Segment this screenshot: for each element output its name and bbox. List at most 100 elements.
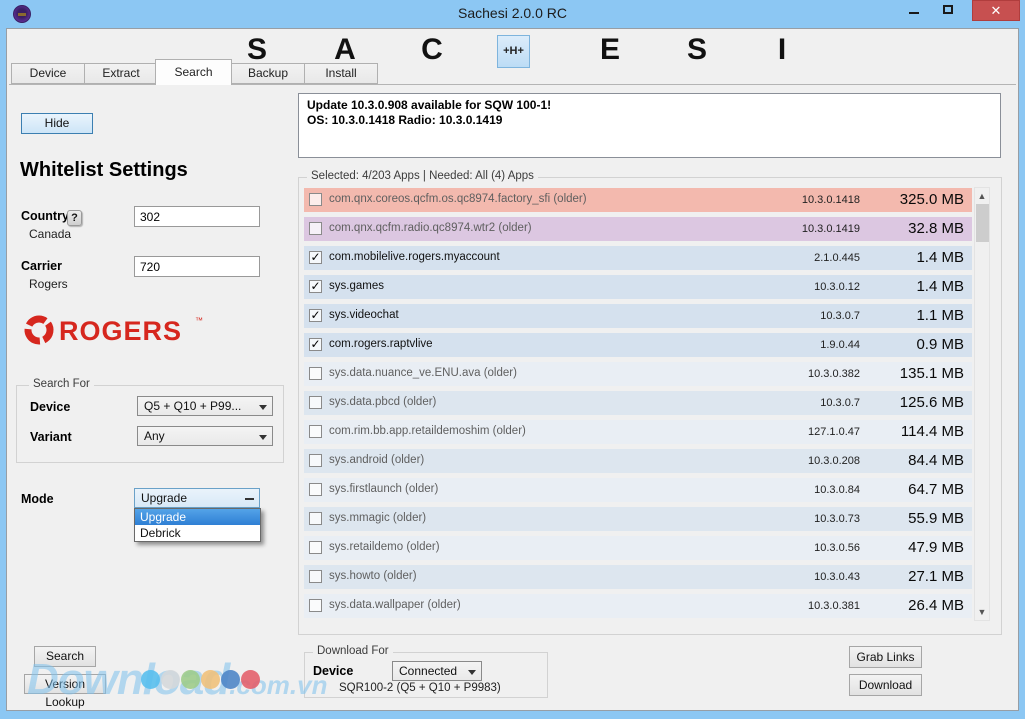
- mode-option-debrick[interactable]: Debrick: [135, 525, 260, 541]
- country-help-button[interactable]: ?: [67, 210, 82, 226]
- scrollbar-thumb[interactable]: [976, 204, 989, 242]
- app-name: sys.retaildemo (older): [329, 541, 440, 553]
- variant-combo[interactable]: Any: [137, 426, 273, 446]
- app-checkbox-checked[interactable]: ✓: [309, 338, 322, 351]
- app-checkbox[interactable]: [309, 570, 322, 583]
- search-for-group: Search For Device Q5 + Q10 + P99... Vari…: [16, 385, 284, 463]
- download-device-detail: SQR100-2 (Q5 + Q10 + P9983): [339, 682, 501, 694]
- logo-letter-i: I: [770, 33, 794, 67]
- app-name: com.rim.bb.app.retaildemoshim (older): [329, 425, 526, 437]
- app-name: sys.videochat: [329, 309, 399, 321]
- app-row[interactable]: ✓com.mobilelive.rogers.myaccount2.1.0.44…: [304, 246, 972, 270]
- app-list: com.qnx.coreos.qcfm.os.qc8974.factory_sf…: [304, 188, 972, 623]
- rogers-trademark: ™: [195, 316, 203, 325]
- tab-install[interactable]: Install: [304, 63, 378, 84]
- carrier-label: Carrier: [21, 259, 62, 273]
- app-row[interactable]: sys.mmagic (older)10.3.0.7355.9 MB: [304, 507, 972, 531]
- download-for-group: Download For Device Connected SQR100-2 (…: [304, 652, 548, 698]
- app-version: 10.3.0.56: [814, 542, 860, 554]
- app-checkbox[interactable]: [309, 599, 322, 612]
- app-list-scrollbar[interactable]: ▲ ▼: [974, 187, 990, 621]
- tab-extract[interactable]: Extract: [84, 63, 158, 84]
- mode-combo-value: Upgrade: [141, 491, 187, 505]
- device-combo[interactable]: Q5 + Q10 + P99...: [137, 396, 273, 416]
- app-checkbox[interactable]: [309, 396, 322, 409]
- app-checkbox[interactable]: [309, 454, 322, 467]
- app-name: sys.data.pbcd (older): [329, 396, 436, 408]
- app-size: 26.4 MB: [908, 597, 964, 614]
- country-name: Canada: [29, 227, 71, 241]
- chevron-down-icon: [468, 670, 476, 675]
- chevron-down-icon: [259, 435, 267, 440]
- mode-combo[interactable]: Upgrade: [134, 488, 260, 508]
- maximize-button[interactable]: [933, 0, 963, 21]
- app-checkbox[interactable]: [309, 541, 322, 554]
- titlebar: Sachesi 2.0.0 RC ✕: [0, 0, 1025, 28]
- app-row[interactable]: sys.data.nuance_ve.ENU.ava (older)10.3.0…: [304, 362, 972, 386]
- scroll-up-icon[interactable]: ▲: [975, 189, 989, 203]
- tab-search[interactable]: Search: [155, 59, 232, 85]
- app-size: 1.4 MB: [916, 278, 964, 295]
- tab-device[interactable]: Device: [11, 63, 85, 84]
- app-checkbox[interactable]: [309, 222, 322, 235]
- maximize-icon: [943, 5, 953, 14]
- grab-links-button[interactable]: Grab Links: [849, 646, 922, 668]
- download-device-combo[interactable]: Connected: [392, 661, 482, 681]
- search-button[interactable]: Search: [34, 646, 96, 667]
- app-checkbox-checked[interactable]: ✓: [309, 309, 322, 322]
- app-size: 27.1 MB: [908, 568, 964, 585]
- minimize-icon: [909, 12, 919, 14]
- app-size: 64.7 MB: [908, 481, 964, 498]
- app-row[interactable]: sys.data.wallpaper (older)10.3.0.38126.4…: [304, 594, 972, 618]
- app-row[interactable]: ✓sys.games10.3.0.121.4 MB: [304, 275, 972, 299]
- logo-letter-a: A: [333, 33, 357, 67]
- app-checkbox[interactable]: [309, 425, 322, 438]
- app-checkbox[interactable]: [309, 483, 322, 496]
- tab-backup[interactable]: Backup: [231, 63, 305, 84]
- app-size: 125.6 MB: [900, 394, 964, 411]
- app-size: 325.0 MB: [900, 191, 964, 208]
- country-code-input[interactable]: [134, 206, 260, 227]
- mode-option-upgrade[interactable]: Upgrade: [135, 509, 260, 525]
- combo-open-icon: [245, 498, 254, 500]
- app-checkbox[interactable]: [309, 367, 322, 380]
- logo-h-button[interactable]: +H+: [497, 35, 530, 68]
- variant-combo-value: Any: [144, 429, 165, 443]
- update-line2: OS: 10.3.0.1418 Radio: 10.3.0.1419: [307, 113, 992, 128]
- app-row[interactable]: ✓com.rogers.raptvlive1.9.0.440.9 MB: [304, 333, 972, 357]
- hide-button[interactable]: Hide: [21, 113, 93, 134]
- app-row[interactable]: com.rim.bb.app.retaildemoshim (older)127…: [304, 420, 972, 444]
- minimize-button[interactable]: [899, 0, 929, 21]
- app-size: 1.1 MB: [916, 307, 964, 324]
- app-checkbox[interactable]: [309, 512, 322, 525]
- app-name: sys.data.nuance_ve.ENU.ava (older): [329, 367, 517, 379]
- app-checkbox-checked[interactable]: ✓: [309, 251, 322, 264]
- carrier-code-input[interactable]: [134, 256, 260, 277]
- download-button[interactable]: Download: [849, 674, 922, 696]
- app-version: 10.3.0.73: [814, 513, 860, 525]
- window-title: Sachesi 2.0.0 RC: [0, 5, 1025, 21]
- app-row[interactable]: sys.android (older)10.3.0.20884.4 MB: [304, 449, 972, 473]
- carrier-name: Rogers: [29, 277, 68, 291]
- app-name: com.qnx.coreos.qcfm.os.qc8974.factory_sf…: [329, 193, 587, 205]
- close-button[interactable]: ✕: [972, 0, 1020, 21]
- search-for-title: Search For: [29, 378, 94, 390]
- app-size: 84.4 MB: [908, 452, 964, 469]
- app-checkbox-checked[interactable]: ✓: [309, 280, 322, 293]
- version-lookup-button[interactable]: Version Lookup: [24, 674, 106, 694]
- update-message-box: Update 10.3.0.908 available for SQW 100-…: [298, 93, 1001, 158]
- app-row[interactable]: com.qnx.coreos.qcfm.os.qc8974.factory_sf…: [304, 188, 972, 212]
- app-row[interactable]: sys.howto (older)10.3.0.4327.1 MB: [304, 565, 972, 589]
- app-row[interactable]: sys.retaildemo (older)10.3.0.5647.9 MB: [304, 536, 972, 560]
- whitelist-heading: Whitelist Settings: [20, 159, 188, 182]
- app-name: com.rogers.raptvlive: [329, 338, 433, 350]
- app-row[interactable]: sys.firstlaunch (older)10.3.0.8464.7 MB: [304, 478, 972, 502]
- app-checkbox[interactable]: [309, 193, 322, 206]
- app-size: 0.9 MB: [916, 336, 964, 353]
- app-version: 10.3.0.1419: [802, 223, 860, 235]
- app-size: 55.9 MB: [908, 510, 964, 527]
- scroll-down-icon[interactable]: ▼: [975, 605, 989, 619]
- app-row[interactable]: ✓sys.videochat10.3.0.71.1 MB: [304, 304, 972, 328]
- app-row[interactable]: com.qnx.qcfm.radio.qc8974.wtr2 (older)10…: [304, 217, 972, 241]
- app-row[interactable]: sys.data.pbcd (older)10.3.0.7125.6 MB: [304, 391, 972, 415]
